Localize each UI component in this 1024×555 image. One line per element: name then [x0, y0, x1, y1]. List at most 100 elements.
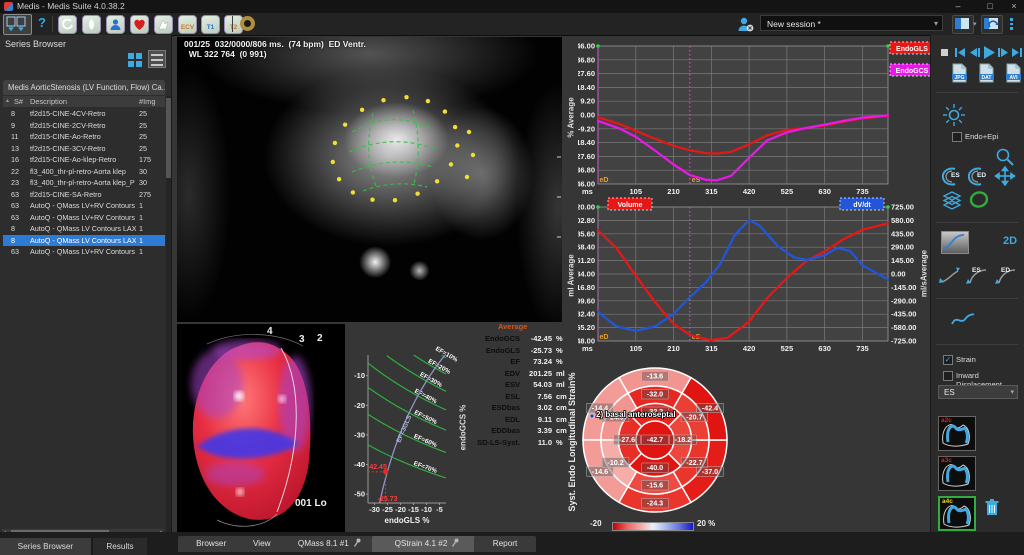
app-icon-2[interactable] — [82, 15, 101, 34]
series-row[interactable]: 63AutoQ - QMass LV+RV Contours1 — [3, 212, 165, 224]
series-scrollbar[interactable] — [166, 96, 171, 555]
session-select-value: New session * — [767, 19, 821, 29]
svg-text:EF=3GLS: EF=3GLS — [396, 414, 414, 444]
col-description: Description — [30, 97, 67, 106]
measurement-label: EF — [468, 356, 520, 368]
series-row[interactable]: 22fl3_400_thr-pl-retro-Aorta klep30 — [3, 166, 165, 178]
step-back-icon[interactable] — [968, 46, 981, 59]
tab-browser[interactable]: Browser — [178, 536, 244, 552]
svg-text:525: 525 — [781, 187, 794, 196]
close-button[interactable]: × — [1006, 0, 1022, 12]
help-button[interactable]: ? — [38, 15, 46, 30]
series-row[interactable]: 8tf2d15-CINE-4CV-Retro25 — [3, 108, 165, 120]
series-row[interactable]: 9tf2d15-CINE-2CV-Retro25 — [3, 120, 165, 132]
app-badge-t1[interactable]: T1 — [201, 15, 220, 34]
es-phase-icon[interactable]: ES — [941, 167, 963, 186]
thumbnail-a3c[interactable]: a3c — [938, 456, 976, 491]
measurement-row: EF73.24% — [468, 356, 572, 368]
step-forward-icon[interactable] — [997, 46, 1010, 59]
app-badge-label: T1 — [207, 24, 215, 31]
series-cell: 1 — [139, 213, 143, 222]
app-badge-ecv[interactable]: ECV — [178, 15, 197, 34]
play-icon[interactable] — [982, 45, 996, 60]
ed-contour-edit-icon[interactable]: ED — [993, 266, 1019, 286]
minimize-button[interactable]: – — [950, 0, 966, 12]
measurement-label: ESDbas — [468, 402, 520, 414]
export-jpg-icon[interactable]: JPG — [951, 63, 968, 83]
two-d-button[interactable]: 2D — [1003, 235, 1017, 247]
layout-reset-button[interactable] — [981, 15, 1003, 34]
user-session-icon[interactable] — [737, 16, 754, 33]
thumbnail-a4c[interactable]: a4c — [938, 496, 976, 531]
more-options-icon[interactable] — [1010, 18, 1013, 30]
app-icon-5[interactable] — [154, 15, 173, 34]
series-row[interactable]: 11tf2d15-CINE-Ao-Retro25 — [3, 131, 165, 143]
ring-app-icon[interactable] — [240, 16, 255, 31]
list-view-icon[interactable] — [148, 50, 166, 68]
model-3d-view[interactable]: 432 001 Lo — [177, 324, 345, 532]
strain-curves-chart: 10521031542052563073546.0036.8027.6018.4… — [578, 38, 930, 196]
layout-left-button[interactable] — [952, 15, 974, 34]
ed-edit-label: ED — [1001, 267, 1010, 274]
tab-report[interactable]: Report — [474, 536, 535, 552]
stop-icon[interactable] — [941, 49, 948, 56]
series-row[interactable]: 63tf2d15-CINE-SA-Retro275 — [3, 189, 165, 201]
brightness-icon[interactable] — [942, 103, 966, 127]
toolbar-separator — [52, 16, 53, 32]
export-dat-icon[interactable]: DAT — [978, 63, 995, 83]
maximize-button[interactable]: □ — [982, 0, 998, 12]
series-row[interactable]: 23fl3_400_thr-pl-retro-Aorta klep_P30 — [3, 177, 165, 189]
es-contour-edit-icon[interactable]: ES — [964, 266, 990, 286]
series-row[interactable]: 16tf2d15-CINE-Ao-klep-Retro175 — [3, 154, 165, 166]
app-icon-heart[interactable] — [130, 15, 149, 34]
series-layout-button[interactable] — [3, 14, 32, 35]
series-row[interactable]: 63AutoQ - QMass LV+RV Contours SAX1 — [3, 246, 165, 258]
measurement-label: EndoGCS — [468, 333, 520, 345]
series-cell: 30 — [139, 178, 147, 187]
skip-start-icon[interactable] — [954, 46, 967, 59]
series-cell: 63 — [11, 213, 19, 222]
grid-view-icon[interactable] — [128, 53, 142, 67]
series-row[interactable]: 63AutoQ - QMass LV+RV Contours1 — [3, 200, 165, 212]
edit-curve-icon[interactable] — [938, 266, 962, 286]
app-icon-1[interactable] — [58, 15, 77, 34]
thumbnail-a2c[interactable]: a2c — [938, 416, 976, 451]
series-cell: AutoQ - QMass LV Contours LAX ... — [30, 236, 136, 245]
inward-displacement-checkbox[interactable] — [943, 371, 953, 381]
curve-display-button[interactable] — [941, 231, 969, 254]
pin-icon[interactable] — [451, 538, 459, 547]
study-tab[interactable]: Medis AorticStenosis (LV Function, Flow)… — [3, 80, 165, 95]
svg-text:EF=60%: EF=60% — [413, 433, 438, 449]
tab-qmass-8-1-1[interactable]: QMass 8.1 #1 — [279, 536, 379, 552]
svg-text:220.00: 220.00 — [578, 203, 595, 212]
layers-icon[interactable] — [941, 190, 963, 210]
tab-qstrain-4-1-2[interactable]: QStrain 4.1 #2 — [372, 536, 483, 552]
phase-dropdown[interactable]: ES ▾ — [938, 385, 1018, 399]
mri-viewport[interactable]: 001/25 032/0000/806 ms. (74 bpm) ED Vent… — [177, 37, 562, 322]
trash-icon[interactable] — [984, 498, 1000, 517]
series-table-header[interactable]: ▴ S# Description #Img — [3, 96, 165, 107]
series-cell: 8 — [11, 224, 15, 233]
strain-checkbox[interactable]: ✓ — [943, 355, 953, 365]
chevron-down-icon[interactable]: ▾ — [973, 20, 977, 28]
session-select[interactable]: New session * ▾ — [760, 15, 943, 31]
spline-icon[interactable] — [950, 310, 976, 328]
svg-text:-435.00: -435.00 — [891, 310, 916, 319]
magnifier-icon[interactable] — [995, 147, 1015, 167]
app-icon-3[interactable] — [106, 15, 125, 34]
series-row[interactable]: 8AutoQ - QMass LV Contours LAX ...1 — [3, 223, 165, 235]
image-info-line2: WL 322 764 (0 991) — [184, 49, 267, 59]
ed-phase-icon[interactable]: ED — [967, 167, 989, 186]
export-avi-icon[interactable]: AVI — [1005, 63, 1022, 83]
contour-ellipse-icon[interactable] — [968, 189, 990, 210]
endo-epi-checkbox[interactable] — [952, 132, 962, 142]
pan-icon[interactable] — [994, 166, 1016, 186]
series-row[interactable]: 13tf2d15-CINE-3CV-Retro25 — [3, 143, 165, 155]
pin-icon[interactable] — [353, 538, 361, 547]
measurement-row: SD-LS-Syst.11.0% — [468, 437, 572, 449]
skip-end-icon[interactable] — [1010, 46, 1023, 59]
series-row[interactable]: 8AutoQ - QMass LV Contours LAX ...1 — [3, 235, 165, 247]
panel-tab-series-browser[interactable]: Series Browser — [0, 538, 91, 555]
panel-tab-results[interactable]: Results — [93, 538, 147, 555]
bullseye-plot[interactable]: -13.6-14.4-14.6-24.3-37.0-42.4-32.0-14.9… — [570, 355, 740, 525]
